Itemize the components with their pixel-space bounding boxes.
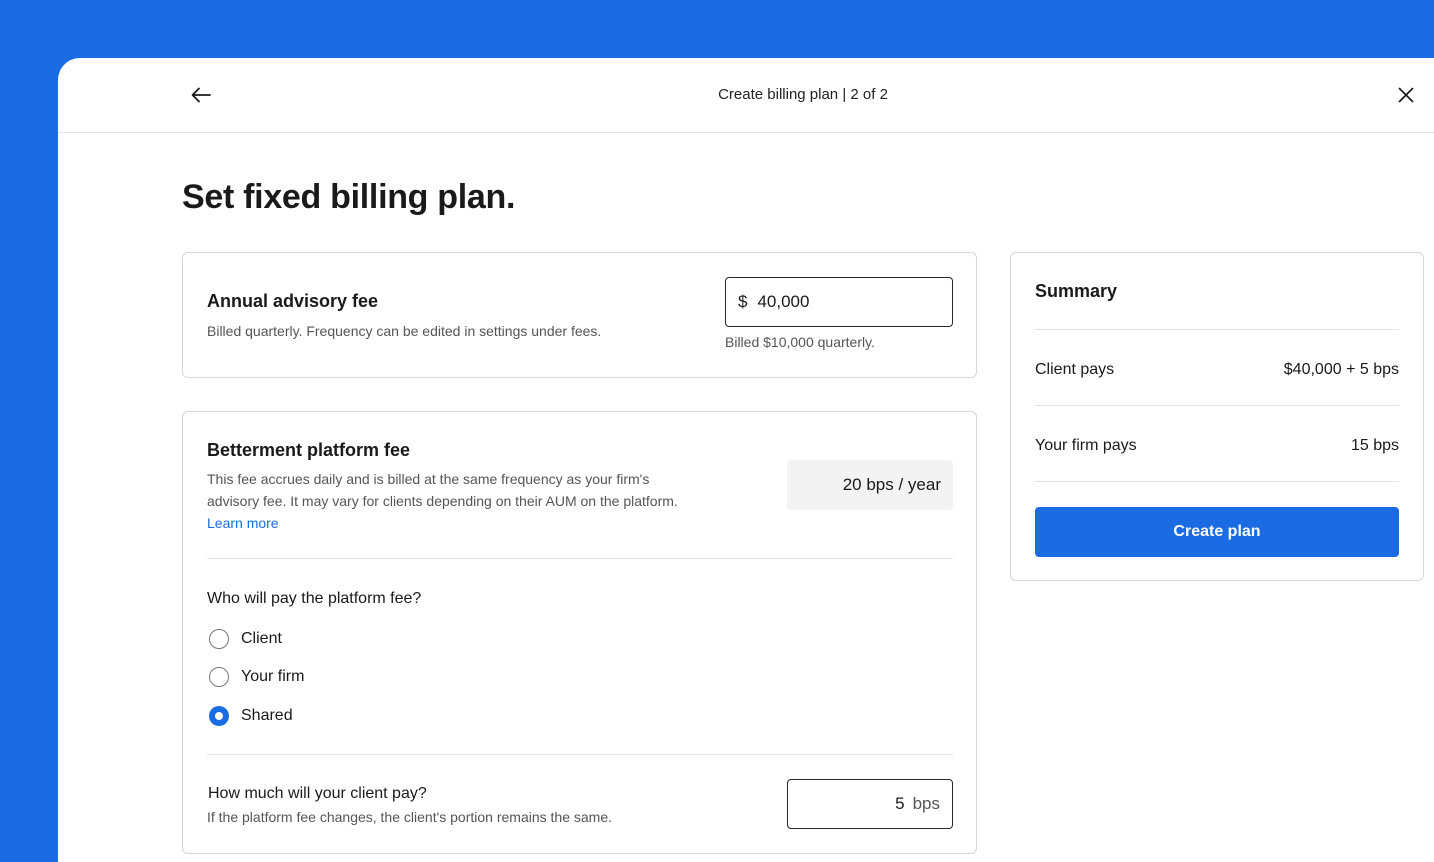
summary-title: Summary [1035,281,1118,301]
radio-button[interactable] [209,629,229,649]
radio-button-selected[interactable] [209,706,229,726]
bps-unit: bps [912,794,940,813]
step-title: Create billing plan | 2 of 2 [718,86,888,103]
summary-label: Client pays [1035,361,1115,378]
summary-row-client-pays: Client pays $40,000 + 5 bps [1035,361,1399,379]
client-pay-value-field[interactable] [824,794,905,814]
payer-question: Who will pay the platform fee? [207,590,422,607]
radio-option-client[interactable]: Client [209,629,282,649]
app-background: Create billing plan | 2 of 2 Set fixed b… [0,0,1434,862]
currency-symbol: $ [738,292,748,311]
close-button[interactable] [1391,80,1421,110]
page-title: Set fixed billing plan. [182,178,516,216]
summary-row-firm-pays: Your firm pays 15 bps [1035,437,1399,455]
divider [1035,405,1399,406]
top-bar: Create billing plan | 2 of 2 [58,58,1434,133]
divider [207,754,953,755]
advisory-fee-heading: Annual advisory fee [207,291,379,311]
summary-card: Summary Client pays $40,000 + 5 bps Your… [1010,252,1424,581]
radio-option-shared[interactable]: Shared [209,706,293,726]
divider [1035,329,1399,330]
learn-more-link[interactable]: Learn more [207,515,279,531]
radio-option-your-firm[interactable]: Your firm [209,667,304,687]
radio-button[interactable] [209,667,229,687]
advisory-fee-helper: Billed $10,000 quarterly. [725,334,875,350]
client-pay-input[interactable]: bps [787,779,953,829]
client-pay-description: If the platform fee changes, the client'… [207,809,612,825]
advisory-fee-value-field[interactable] [757,292,928,312]
create-plan-button[interactable]: Create plan [1035,507,1399,557]
divider [207,558,953,559]
divider [1035,481,1399,482]
billing-plan-window: Create billing plan | 2 of 2 Set fixed b… [58,58,1434,862]
platform-fee-description-line2: advisory fee. It may vary for clients de… [207,493,678,509]
radio-label: Your firm [241,668,305,685]
summary-label: Your firm pays [1035,437,1137,454]
advisory-fee-input[interactable]: $ [725,277,953,327]
client-pay-question: How much will your client pay? [208,785,427,802]
platform-fee-heading: Betterment platform fee [207,440,411,460]
platform-fee-rate: 20 bps / year [787,460,953,510]
summary-value: $40,000 + 5 bps [1283,361,1399,378]
summary-value: 15 bps [1350,437,1399,454]
radio-label: Shared [241,707,293,724]
advisory-fee-description: Billed quarterly. Frequency can be edite… [207,323,602,339]
platform-fee-description-line1: This fee accrues daily and is billed at … [207,471,650,487]
radio-label: Client [241,630,282,647]
close-icon [1398,87,1414,103]
platform-fee-card: Betterment platform fee This fee accrues… [182,411,977,854]
advisory-fee-card: Annual advisory fee Billed quarterly. Fr… [182,252,977,378]
